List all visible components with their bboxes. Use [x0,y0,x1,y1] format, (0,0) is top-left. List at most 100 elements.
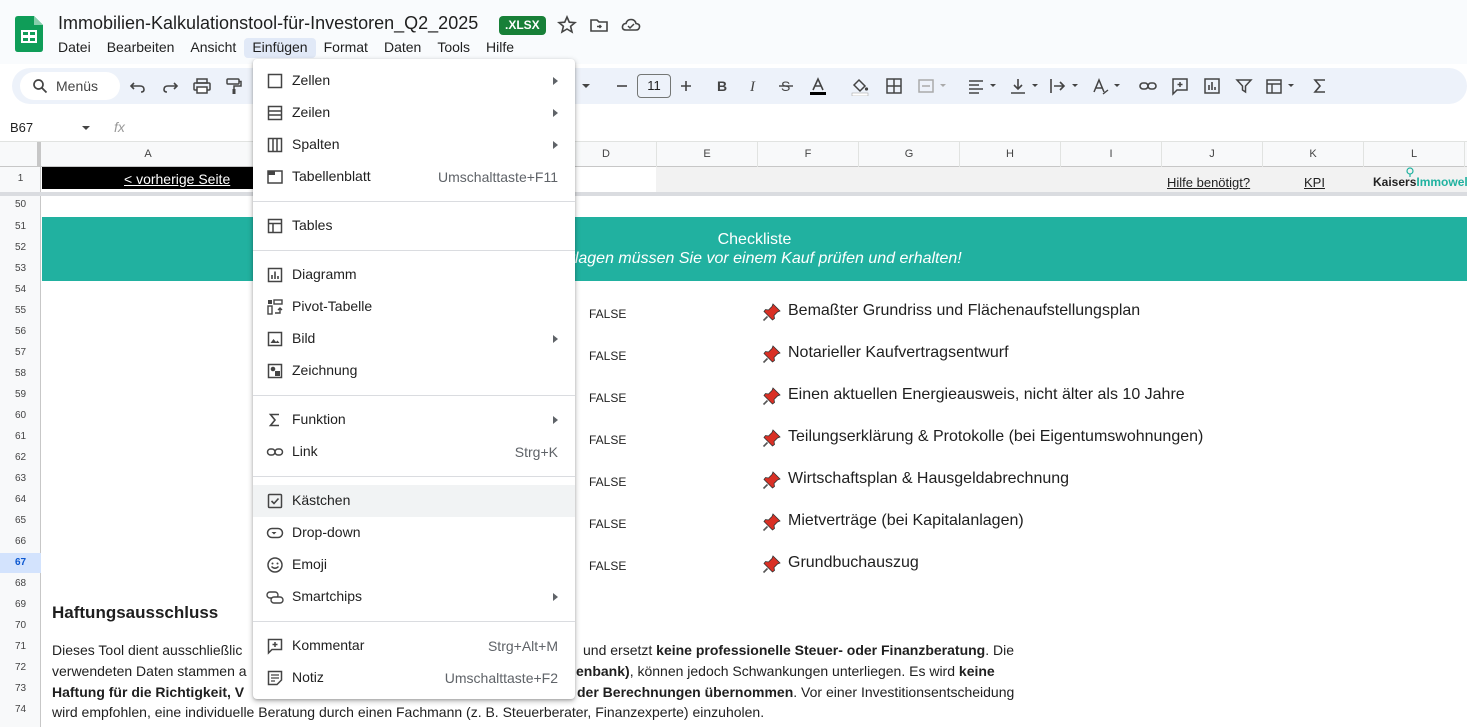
row-header[interactable]: 69 [0,595,41,615]
row-header[interactable]: 64 [0,490,41,510]
menu-ansicht[interactable]: Ansicht [182,38,244,58]
paint-format-icon[interactable] [224,76,244,96]
checklist-value[interactable]: FALSE [589,517,626,531]
row-header[interactable]: 52 [0,238,41,258]
row-header[interactable]: 57 [0,343,41,363]
insert-link-icon[interactable] [1138,76,1158,96]
decrease-font-size-icon[interactable] [612,76,632,96]
italic-icon[interactable]: I [744,76,764,96]
row-header[interactable]: 58 [0,364,41,384]
redo-icon[interactable] [160,76,180,96]
insert-menu-item-spalten[interactable]: Spalten [253,129,575,161]
row-header-selected[interactable]: 67 [0,553,41,573]
row-header[interactable]: 73 [0,679,41,699]
undo-icon[interactable] [128,76,148,96]
row-header[interactable]: 60 [0,406,41,426]
checklist-value[interactable]: FALSE [589,391,626,405]
row-header[interactable]: 66 [0,532,41,552]
insert-menu-item-dropdown[interactable]: Drop-down [253,517,575,549]
insert-menu-item-zeichnung[interactable]: Zeichnung [253,355,575,387]
checklist-value[interactable]: FALSE [589,559,626,573]
bold-icon[interactable]: B [712,76,732,96]
insert-comment-icon[interactable] [1170,76,1190,96]
checklist-value[interactable]: FALSE [589,349,626,363]
menu-tools[interactable]: Tools [429,38,478,58]
text-wrap-icon[interactable] [1048,76,1082,96]
star-icon[interactable] [557,15,577,35]
kpi-link[interactable]: KPI [1304,175,1325,190]
functions-sigma-icon[interactable] [1310,76,1330,96]
column-header-i[interactable]: I [1061,142,1162,167]
cloud-status-icon[interactable] [621,15,641,35]
row-header[interactable]: 63 [0,469,41,489]
sheets-logo-icon[interactable] [15,16,43,52]
name-box-chevron-icon[interactable] [80,123,92,133]
row-header[interactable]: 51 [0,217,41,237]
merge-cells-icon[interactable] [916,76,948,96]
row-header[interactable]: 50 [0,198,41,211]
insert-menu-item-emoji[interactable]: Emoji [253,549,575,581]
strikethrough-icon[interactable]: S [776,76,796,96]
row-header[interactable]: 68 [0,574,41,594]
borders-icon[interactable] [884,76,904,96]
menu-datei[interactable]: Datei [50,38,99,58]
column-header-a[interactable]: A [42,142,255,167]
row-header[interactable]: 55 [0,301,41,321]
move-folder-icon[interactable] [589,15,609,35]
align-left-icon[interactable] [966,76,1000,96]
chevron-down-icon[interactable] [580,76,592,96]
previous-page-link[interactable]: < vorherige Seite [124,171,230,187]
print-icon[interactable] [192,76,212,96]
column-header-e[interactable]: E [657,142,758,167]
insert-menu-item-bild[interactable]: Bild [253,323,575,355]
checklist-value[interactable]: FALSE [589,433,626,447]
menu-einfuegen[interactable]: Einfügen [244,38,316,58]
insert-menu-item-zeilen[interactable]: Zeilen [253,97,575,129]
filter-icon[interactable] [1234,76,1254,96]
column-header-l[interactable]: L [1364,142,1465,167]
checklist-value[interactable]: FALSE [589,475,626,489]
insert-menu-item-link[interactable]: Link Strg+K [253,436,575,468]
search-menus-button[interactable]: Menüs [20,72,120,100]
row-header[interactable]: 72 [0,658,41,678]
menu-bearbeiten[interactable]: Bearbeiten [99,38,183,58]
row-header[interactable]: 71 [0,637,41,657]
text-rotation-icon[interactable] [1090,76,1124,96]
insert-menu-item-tables[interactable]: Tables [253,210,575,242]
row-header[interactable]: 70 [0,616,41,636]
kaisers-immowelt-logo[interactable]: KaisersImmowelt [1373,175,1467,189]
column-header-j[interactable]: J [1162,142,1263,167]
row-header[interactable]: 53 [0,259,41,279]
insert-menu-item-funktion[interactable]: Funktion [253,404,575,436]
row-header[interactable]: 56 [0,322,41,342]
frozen-row-divider[interactable] [0,192,1467,196]
menu-format[interactable]: Format [316,38,376,58]
menu-daten[interactable]: Daten [376,38,429,58]
help-link[interactable]: Hilfe benötigt? [1167,175,1250,190]
insert-menu-item-smartchips[interactable]: Smartchips [253,581,575,613]
column-header-f[interactable]: F [758,142,859,167]
text-color-icon[interactable] [808,76,828,96]
name-box[interactable]: B67 [10,120,33,135]
filter-views-icon[interactable] [1264,76,1298,96]
row-header[interactable]: 61 [0,427,41,447]
insert-menu-item-notiz[interactable]: Notiz Umschalttaste+F2 [253,662,575,694]
insert-menu-item-zellen[interactable]: Zellen [253,65,575,97]
row-header[interactable]: 65 [0,511,41,531]
insert-menu-item-kaestchen[interactable]: Kästchen [253,485,575,517]
select-all-corner[interactable] [0,142,41,167]
checklist-value[interactable]: FALSE [589,307,626,321]
font-size-input[interactable]: 11 [637,74,671,98]
insert-menu-item-tabellenblatt[interactable]: Tabellenblatt Umschalttaste+F11 [253,161,575,193]
insert-menu-item-diagramm[interactable]: Diagramm [253,259,575,291]
insert-menu-item-kommentar[interactable]: Kommentar Strg+Alt+M [253,630,575,662]
vertical-align-icon[interactable] [1008,76,1042,96]
insert-menu-item-pivot-tabelle[interactable]: Pivot-Tabelle [253,291,575,323]
column-header-g[interactable]: G [859,142,960,167]
column-header-k[interactable]: K [1263,142,1364,167]
menu-hilfe[interactable]: Hilfe [478,38,522,58]
column-header-h[interactable]: H [960,142,1061,167]
row-header[interactable]: 59 [0,385,41,405]
document-title[interactable]: Immobilien-Kalkulationstool-für-Investor… [58,13,478,34]
row-header[interactable]: 54 [0,280,41,300]
